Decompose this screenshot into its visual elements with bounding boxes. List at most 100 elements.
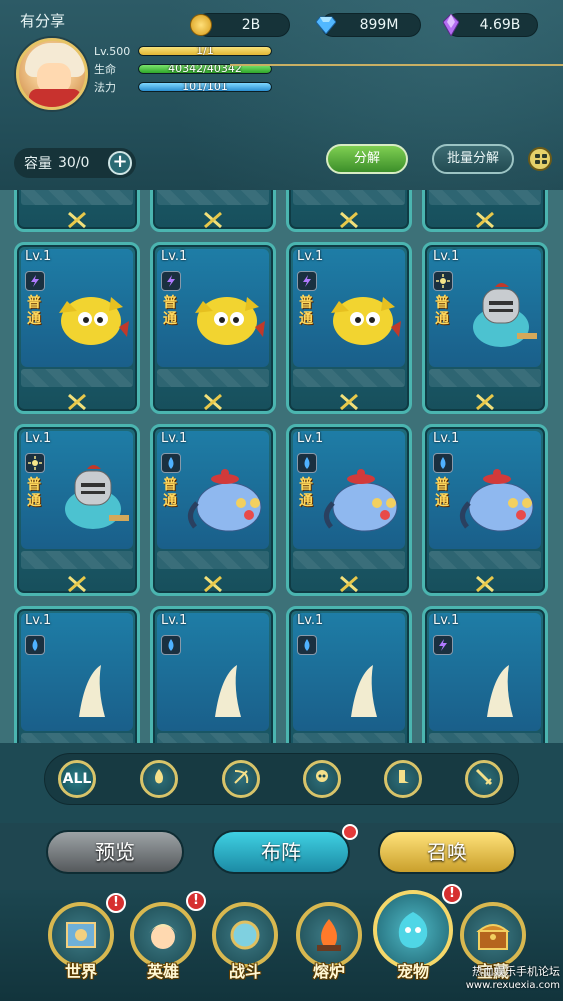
pet-card[interactable]: Lv.1 普通: [422, 424, 548, 596]
pet-equip-slots: [429, 733, 541, 743]
pet-card[interactable]: Lv.1 普通: [422, 242, 548, 414]
crossed-swords-icon: [339, 393, 359, 411]
summon-button[interactable]: 召唤: [378, 830, 516, 874]
player-avatar[interactable]: [16, 38, 88, 110]
pet-card[interactable]: 普通: [286, 190, 412, 232]
pet-grid-area[interactable]: 普通普通普通普通Lv.1普通Lv.1普通Lv.1普通Lv.1普通Lv.1普通Lv…: [0, 190, 563, 743]
expand-capacity-button[interactable]: +: [108, 151, 132, 175]
light-element-icon: [433, 271, 453, 291]
pet-card[interactable]: Lv.1 普通: [286, 424, 412, 596]
filter-blade-button[interactable]: [465, 760, 503, 798]
wing-boot-icon: [393, 767, 413, 791]
hero-alert-icon: !: [186, 891, 206, 911]
diamond-icon: [314, 13, 338, 37]
pet-level: Lv.1: [433, 613, 460, 628]
capacity-display: 容量 30/0 +: [14, 148, 136, 178]
pet-equip-slots: [157, 551, 269, 569]
water-element-icon: [297, 635, 317, 655]
pet-card[interactable]: 普通: [14, 190, 140, 232]
preview-button[interactable]: 预览: [46, 830, 184, 874]
nav-label: 战斗: [228, 962, 261, 981]
pet-level: Lv.1: [297, 431, 324, 446]
pet-card[interactable]: Lv.1: [150, 606, 276, 743]
filter-track: [44, 753, 519, 805]
level-row: Lv.500 1/1: [94, 44, 272, 58]
nav-pet-tab[interactable]: 宠物: [373, 890, 453, 986]
capacity-value: 30/0: [58, 155, 90, 171]
crossed-swords-icon: [67, 393, 87, 411]
pet-level: Lv.1: [25, 249, 52, 264]
pet-card[interactable]: Lv.1: [14, 606, 140, 743]
pet-rarity: 普通: [435, 477, 449, 509]
water-element-icon: [433, 453, 453, 473]
crossed-swords-icon: [475, 393, 495, 411]
pet-card[interactable]: 普通: [422, 190, 548, 232]
lightning-element-icon: [297, 271, 317, 291]
pet-card[interactable]: Lv.1 普通: [14, 424, 140, 596]
pet-teapot-image: [457, 463, 537, 535]
pet-card[interactable]: Lv.1 普通: [286, 242, 412, 414]
diamond-currency[interactable]: 899M: [316, 13, 421, 37]
pet-rarity: 普通: [435, 295, 449, 327]
pet-shark-image: [49, 645, 129, 717]
pet-rarity: 普通: [299, 477, 313, 509]
filter-bow-button[interactable]: [222, 760, 260, 798]
skull-icon: [312, 767, 332, 791]
exp-bar: 1/1: [138, 46, 272, 56]
water-element-icon: [161, 453, 181, 473]
crystal-currency[interactable]: 4.69B: [443, 13, 538, 37]
pet-level: Lv.1: [161, 249, 188, 264]
exp-text: 1/1: [196, 46, 214, 56]
pet-card[interactable]: 普通: [150, 190, 276, 232]
pet-equip-slots: [21, 551, 133, 569]
crossed-swords-icon: [203, 393, 223, 411]
crystal-value: 4.69B: [479, 17, 521, 33]
crossed-swords-icon: [67, 211, 87, 229]
pet-yellow-fish-image: [185, 281, 265, 353]
pet-card[interactable]: Lv.1 普通: [150, 424, 276, 596]
pet-equip-slots: [429, 190, 541, 205]
pet-level: Lv.1: [161, 431, 188, 446]
formation-button[interactable]: 布阵: [212, 830, 350, 874]
nav-hero-tab[interactable]: 英雄: [126, 902, 200, 986]
crossed-swords-icon: [475, 575, 495, 593]
pet-level: Lv.1: [297, 249, 324, 264]
filter-all-label: ALL: [62, 771, 92, 787]
pet-equip-slots: [157, 733, 269, 743]
pet-rarity: 普通: [27, 295, 41, 327]
grid-view-icon[interactable]: [528, 147, 552, 171]
gold-currency[interactable]: 2B: [190, 13, 290, 37]
nav-furnace-tab[interactable]: 熔炉: [292, 902, 366, 986]
pet-shark-image: [457, 645, 537, 717]
pet-card[interactable]: Lv.1 普通: [150, 242, 276, 414]
watermark-url: www.rexuexia.com: [465, 980, 560, 991]
nav-battle-tab[interactable]: 战斗: [208, 902, 282, 986]
pet-equip-slots: [157, 369, 269, 387]
nav-map-tab[interactable]: 世界: [44, 902, 118, 986]
crossed-swords-icon: [67, 575, 87, 593]
filter-skull-button[interactable]: [303, 760, 341, 798]
filter-wing-boot-button[interactable]: [384, 760, 422, 798]
filter-all-button[interactable]: ALL: [58, 760, 96, 798]
batch-decompose-button[interactable]: 批量分解: [432, 144, 514, 174]
pet-rarity: 普通: [27, 477, 41, 509]
pet-card[interactable]: Lv.1: [286, 606, 412, 743]
lightning-element-icon: [25, 271, 45, 291]
pet-card[interactable]: Lv.1: [422, 606, 548, 743]
pet-yellow-fish-image: [49, 281, 129, 353]
pet-equip-slots: [21, 369, 133, 387]
crossed-swords-icon: [203, 575, 223, 593]
pet-card[interactable]: Lv.1 普通: [14, 242, 140, 414]
water-element-icon: [161, 635, 181, 655]
world-alert-icon: !: [106, 893, 126, 913]
watermark: 热血娱乐手机论坛 www.rexuexia.com: [448, 965, 560, 993]
pet-level: Lv.1: [161, 613, 188, 628]
mp-text: 101/101: [182, 82, 228, 92]
filter-fire-crest-button[interactable]: [140, 760, 178, 798]
formation-alert-dot: [342, 824, 358, 840]
pet-equip-slots: [429, 551, 541, 569]
pet-equip-slots: [293, 369, 405, 387]
decompose-button[interactable]: 分解: [326, 144, 408, 174]
pet-rarity: 普通: [299, 295, 313, 327]
pet-equip-slots: [293, 733, 405, 743]
